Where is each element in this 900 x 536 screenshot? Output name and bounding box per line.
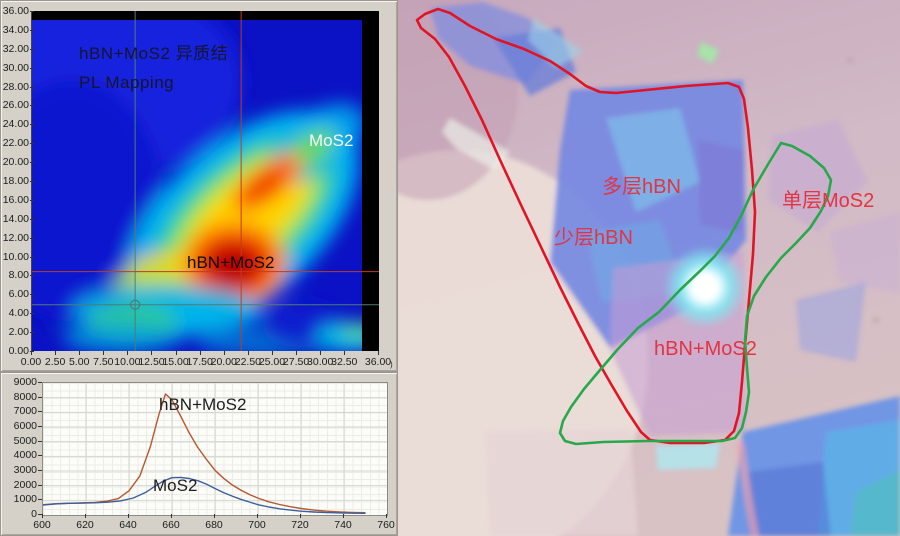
tick-label: 4.00 [2,307,34,319]
heatmap-title-line2: PL Mapping [79,73,175,92]
heatmap-annotation-hbn-mos2: hBN+MoS2 [187,253,275,272]
tick-label: 20.00 [2,156,34,169]
label-monolayer-mos2: 单层MoS2 [782,190,875,212]
tick-label: 36.00 [356,351,400,368]
label-multilayer-hbn: 多层hBN [602,176,681,198]
tick-label: 0 [3,508,42,520]
tick-label: 32.00 [2,42,34,55]
tick-label: 3000 [3,464,42,476]
tick-label: 620 [63,514,107,531]
pl-spectrum-panel: hBN+MoS2 MoS2 600 620 640 660 680 700 720 740 76… [0,372,398,536]
label-fewlayer-hbn: 少层hBN [554,227,633,249]
tick-label: 10.00 [2,250,34,263]
tick-label: 16.00 [2,193,34,206]
tick-label: 2.00 [2,326,34,338]
tick-label: 2000 [3,479,42,491]
tick-label: 8000 [3,391,42,403]
spectrum-annotation-mos2: MoS2 [153,476,198,495]
tick-label: 7000 [3,405,42,417]
tick-label: 12.00 [2,231,34,244]
spectrum-annotation-hbn-mos2: hBN+MoS2 [159,395,247,414]
tick-label: 8.00 [2,269,34,281]
tick-label: 30.00 [2,61,34,74]
tick-label: 600 [20,514,64,531]
tick-label: 700 [235,514,279,531]
tick-label: 22.00 [2,137,34,150]
tick-label: 4000 [3,449,42,461]
tick-label: 680 [192,514,236,531]
pl-mapping-panel: hBN+MoS2 异质结 PL Mapping MoS2 hBN+MoS2 0.… [0,0,398,372]
microscope-photo [398,0,900,536]
tick-label: 6.00 [2,288,34,300]
tick-label: 34.00 [2,23,34,36]
app-window: { "colors": { "panel_bg": "#d5d1c9", "cu… [0,0,900,536]
heatmap-axis-corner-glyph: ) [390,360,393,369]
microscope-image: 多层hBN 少层hBN 单层MoS2 hBN+MoS2 [398,0,900,536]
tick-label: 18.00 [2,175,34,187]
tick-label: 720 [278,514,322,531]
tick-label: 26.00 [2,99,34,112]
tick-label: 640 [106,514,150,531]
tick-label: 24.00 [2,118,34,131]
heatmap-annotation-mos2: MoS2 [309,131,354,150]
tick-label: 6000 [3,420,42,432]
heatmap-title-line1: hBN+MoS2 异质结 [79,44,229,63]
label-heterostructure: hBN+MoS2 [654,338,757,360]
tick-label: 9000 [3,376,42,388]
tick-label: 740 [321,514,365,531]
tick-label: 14.00 [2,212,34,225]
tick-label: 660 [149,514,193,531]
tick-label: 28.00 [2,80,34,93]
tick-label: 5000 [3,435,42,447]
tick-label: 0.00 [2,345,34,357]
tick-label: 36.00 [2,5,34,17]
tick-label: 1000 [3,493,42,505]
